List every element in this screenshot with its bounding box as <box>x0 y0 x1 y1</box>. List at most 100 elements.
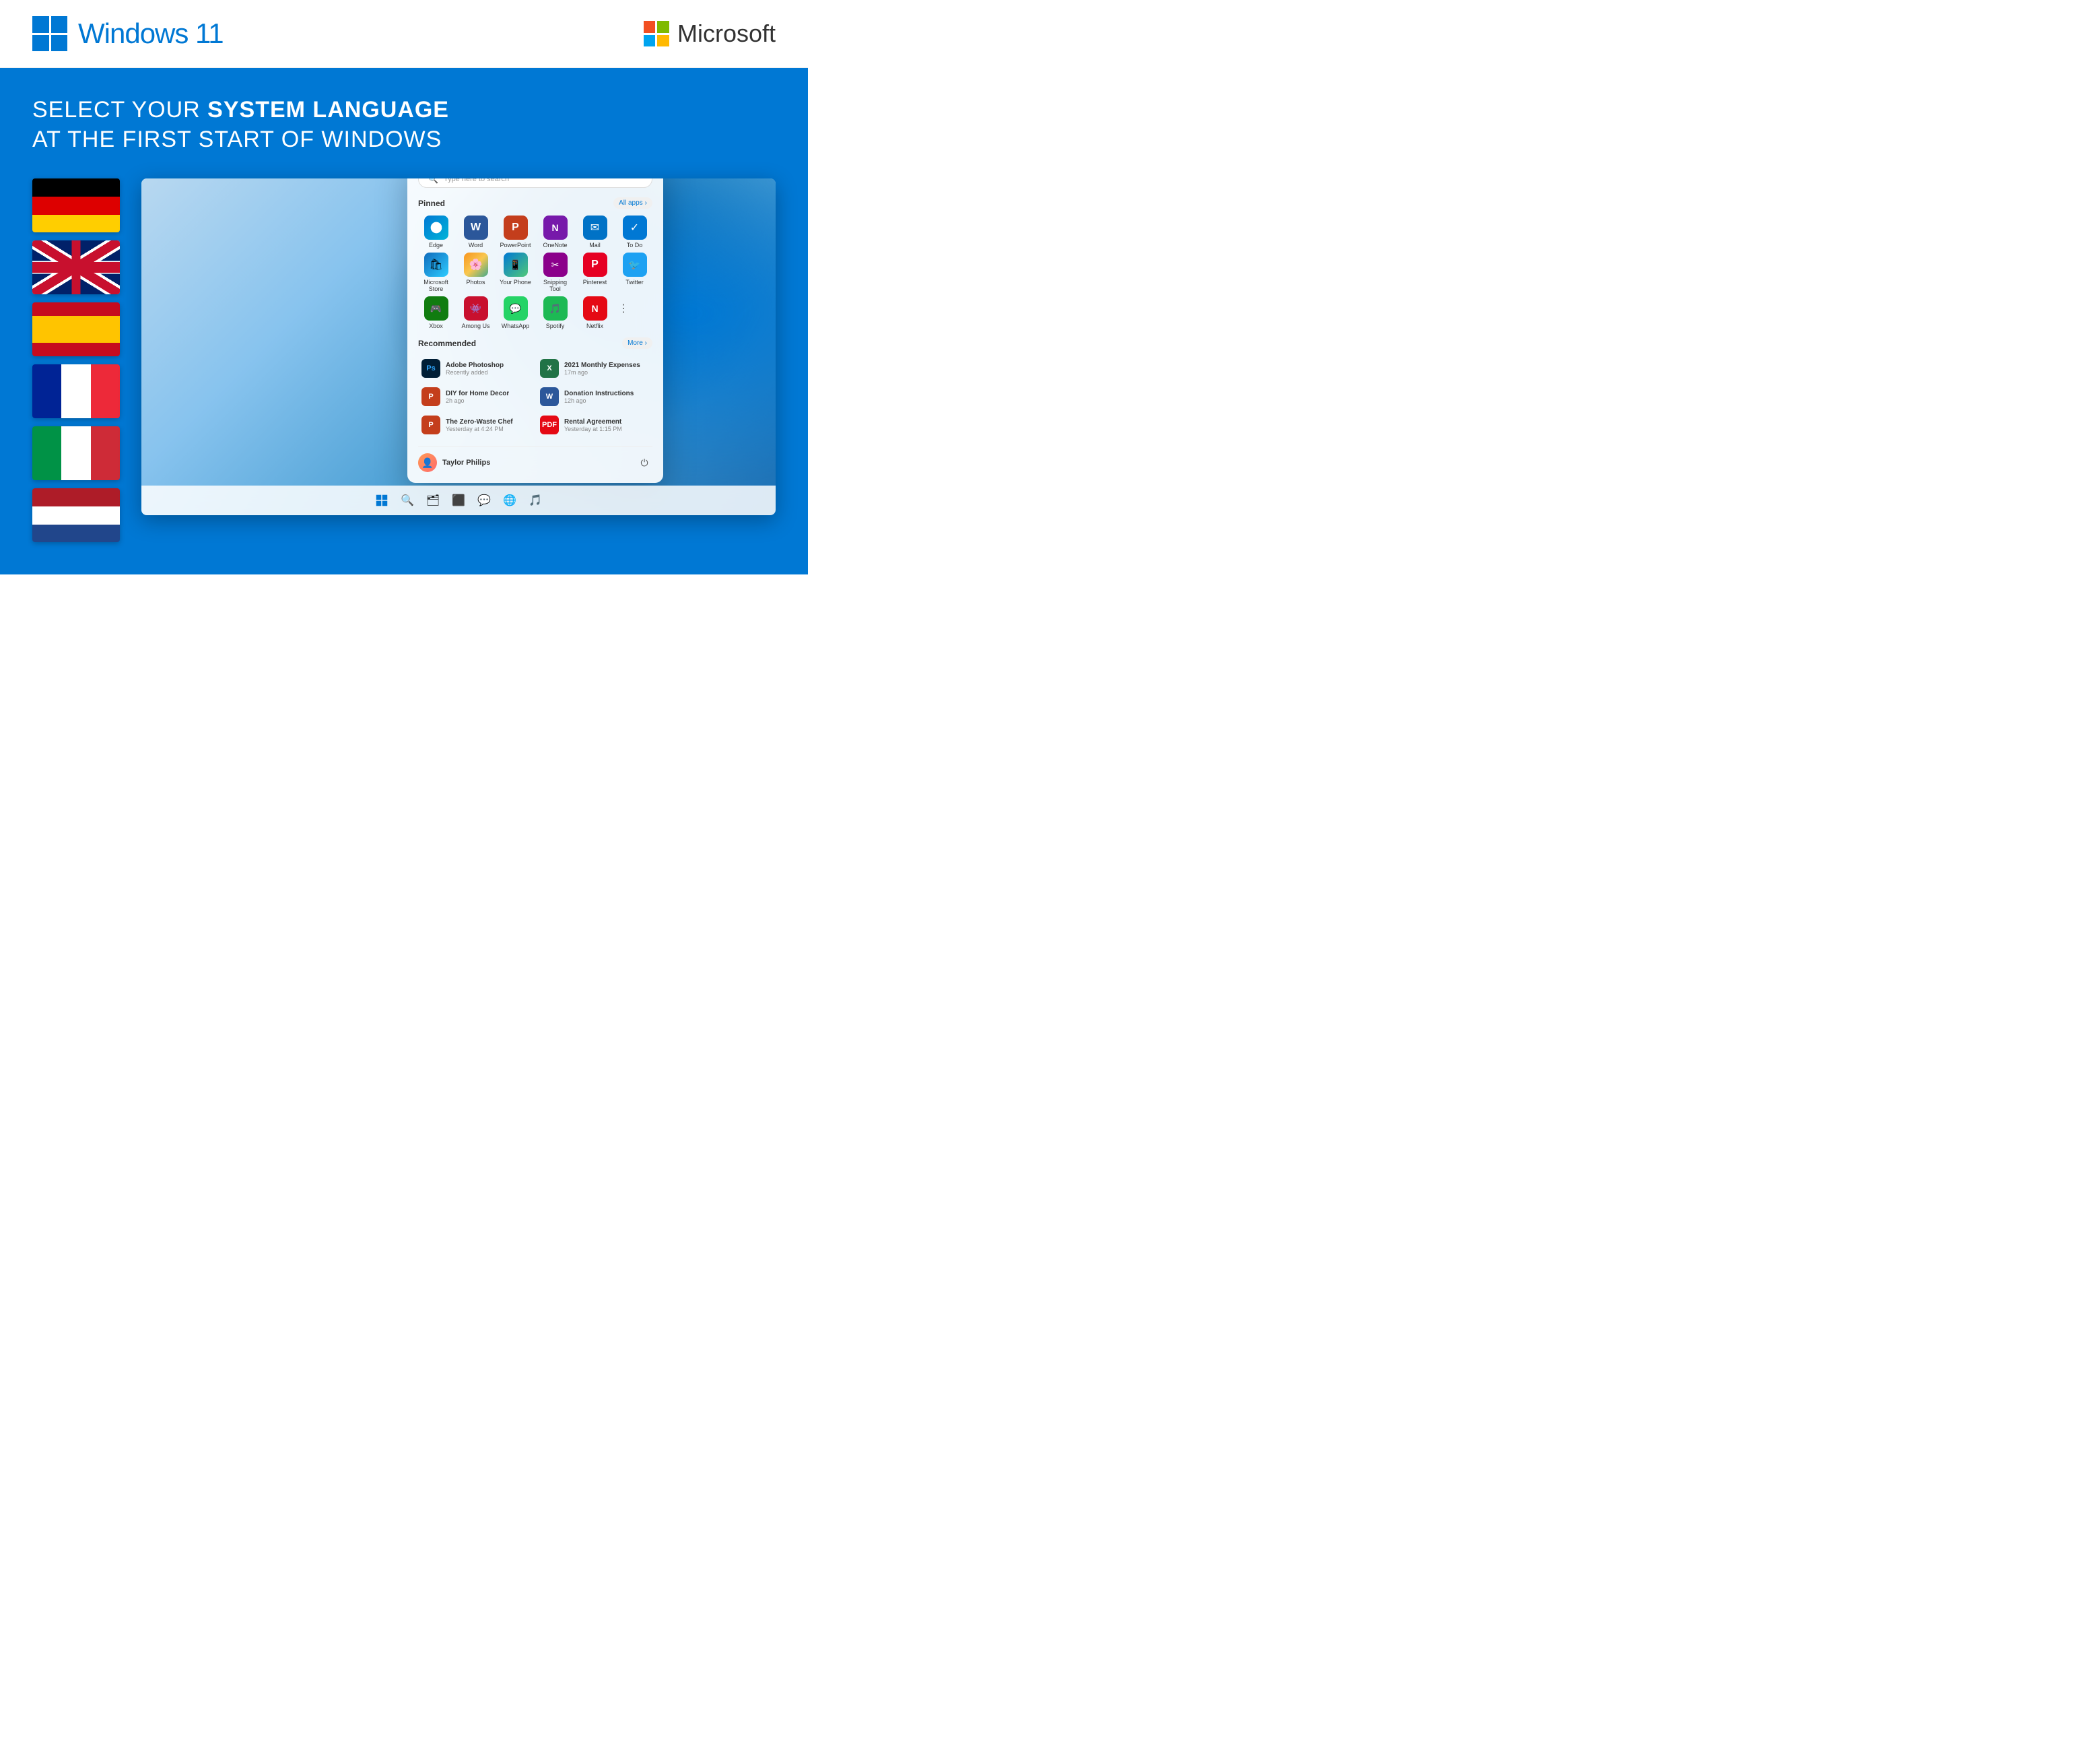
windows-title: Windows 11 <box>78 18 224 50</box>
headline-normal: SELECT YOUR <box>32 97 207 123</box>
netflix-icon: N <box>583 296 607 321</box>
among-icon: 👾 <box>464 296 488 321</box>
italian-flag[interactable] <box>32 426 120 480</box>
german-flag[interactable] <box>32 178 120 232</box>
app-twitter[interactable]: 🐦 Twitter <box>617 253 652 292</box>
app-msstore[interactable]: 🛍 Microsoft Store <box>418 253 454 292</box>
start-menu: 🔍 Type here to search Pinned All apps › <box>407 178 663 483</box>
app-netflix[interactable]: N Netflix <box>577 296 613 329</box>
mail-icon: ✉ <box>583 216 607 240</box>
rec-rental[interactable]: PDF Rental Agreement Yesterday at 1:15 P… <box>537 412 652 438</box>
app-mail[interactable]: ✉ Mail <box>577 216 613 249</box>
rec-expenses[interactable]: X 2021 Monthly Expenses 17m ago <box>537 356 652 381</box>
app-spotify[interactable]: 🎵 Spotify <box>537 296 573 329</box>
recommended-section: Recommended More › Ps Adobe Photoshop <box>418 337 652 438</box>
app-photos[interactable]: 🌸 Photos <box>458 253 494 292</box>
spotify-icon: 🎵 <box>543 296 568 321</box>
more-label: More <box>628 339 643 347</box>
taskbar-widgets-icon[interactable]: ⬛ <box>448 490 469 511</box>
app-whatsapp[interactable]: 💬 WhatsApp <box>498 296 533 329</box>
taskbar-taskview-icon[interactable]: 🗂 <box>422 490 444 511</box>
rec-donation[interactable]: W Donation Instructions 12h ago <box>537 384 652 409</box>
taskbar-spotify-icon[interactable]: 🎵 <box>524 490 546 511</box>
app-yourphone[interactable]: 📱 Your Phone <box>498 253 533 292</box>
todo-label: To Do <box>627 242 643 249</box>
more-dots[interactable]: ⋮ <box>617 296 630 321</box>
edge-icon <box>424 216 448 240</box>
msstore-label: Microsoft Store <box>418 279 454 292</box>
french-flag[interactable] <box>32 364 120 418</box>
mail-label: Mail <box>589 242 601 249</box>
chef-icon: P <box>421 416 440 434</box>
windows-logo-icon <box>32 16 67 51</box>
app-pinterest[interactable]: P Pinterest <box>577 253 613 292</box>
microsoft-title: Microsoft <box>677 20 776 48</box>
app-powerpoint[interactable]: P PowerPoint <box>498 216 533 249</box>
twitter-icon: 🐦 <box>623 253 647 277</box>
rental-icon: PDF <box>540 416 559 434</box>
recommended-label: Recommended <box>418 339 476 348</box>
photos-label: Photos <box>466 279 485 286</box>
spanish-flag[interactable] <box>32 302 120 356</box>
taskbar-start-icon[interactable] <box>371 490 393 511</box>
user-info[interactable]: 👤 Taylor Philips <box>418 453 490 472</box>
word-label: Word <box>469 242 483 249</box>
power-button[interactable]: ⏻ <box>636 455 652 471</box>
netflix-label: Netflix <box>586 323 603 329</box>
more-button[interactable]: More › <box>622 337 652 349</box>
rec-chef[interactable]: P The Zero-Waste Chef Yesterday at 4:24 … <box>418 412 534 438</box>
taskbar-chat-icon[interactable]: 💬 <box>473 490 495 511</box>
rec-photoshop[interactable]: Ps Adobe Photoshop Recently added <box>418 356 534 381</box>
spotify-label: Spotify <box>546 323 565 329</box>
headline-line1: SELECT YOUR SYSTEM LANGUAGE <box>32 95 776 125</box>
user-name: Taylor Philips <box>442 459 490 467</box>
chevron-right-icon: › <box>645 199 647 207</box>
app-onenote[interactable]: N OneNote <box>537 216 573 249</box>
flags-column <box>32 178 120 542</box>
uk-flag[interactable] <box>32 240 120 294</box>
rec-rental-info: Rental Agreement Yesterday at 1:15 PM <box>564 418 622 432</box>
search-icon: 🔍 <box>428 178 438 184</box>
pinterest-label: Pinterest <box>583 279 607 286</box>
taskbar-search-icon[interactable]: 🔍 <box>397 490 418 511</box>
app-word[interactable]: W Word <box>458 216 494 249</box>
dutch-flag[interactable] <box>32 488 120 542</box>
rec-chef-info: The Zero-Waste Chef Yesterday at 4:24 PM <box>446 418 513 432</box>
photos-icon: 🌸 <box>464 253 488 277</box>
app-snipping[interactable]: ✂ Snipping Tool <box>537 253 573 292</box>
xbox-label: Xbox <box>429 323 443 329</box>
app-todo[interactable]: ✓ To Do <box>617 216 652 249</box>
app-edge[interactable]: Edge <box>418 216 454 249</box>
pinterest-icon: P <box>583 253 607 277</box>
powerpoint-label: PowerPoint <box>500 242 531 249</box>
rec-expenses-info: 2021 Monthly Expenses 17m ago <box>564 362 640 376</box>
photoshop-icon: Ps <box>421 359 440 378</box>
content-row: 🔍 Type here to search Pinned All apps › <box>32 178 776 542</box>
microsoft-logo-icon <box>644 21 669 46</box>
top-header: Windows 11 Microsoft <box>0 0 808 68</box>
windows-logo-area: Windows 11 <box>32 16 224 51</box>
rec-diy[interactable]: P DIY for Home Decor 2h ago <box>418 384 534 409</box>
expenses-icon: X <box>540 359 559 378</box>
onenote-icon: N <box>543 216 568 240</box>
whatsapp-label: WhatsApp <box>502 323 530 329</box>
pinned-label: Pinned <box>418 199 445 208</box>
search-bar[interactable]: 🔍 Type here to search <box>418 178 652 188</box>
all-apps-label: All apps <box>619 199 643 207</box>
pinned-section-header: Pinned All apps › <box>418 197 652 209</box>
onenote-label: OneNote <box>543 242 567 249</box>
snipping-icon: ✂ <box>543 253 568 277</box>
rec-photoshop-info: Adobe Photoshop Recently added <box>446 362 504 376</box>
rec-diy-info: DIY for Home Decor 2h ago <box>446 390 509 404</box>
chevron-right-icon-2: › <box>645 339 647 347</box>
among-label: Among Us <box>461 323 489 329</box>
taskbar-edge-icon[interactable]: 🌐 <box>499 490 520 511</box>
all-apps-button[interactable]: All apps › <box>613 197 652 209</box>
headline: SELECT YOUR SYSTEM LANGUAGE AT THE FIRST… <box>32 95 776 154</box>
snipping-label: Snipping Tool <box>537 279 573 292</box>
app-xbox[interactable]: 🎮 Xbox <box>418 296 454 329</box>
app-among[interactable]: 👾 Among Us <box>458 296 494 329</box>
blue-section: SELECT YOUR SYSTEM LANGUAGE AT THE FIRST… <box>0 68 808 574</box>
word-icon: W <box>464 216 488 240</box>
edge-label: Edge <box>429 242 443 249</box>
